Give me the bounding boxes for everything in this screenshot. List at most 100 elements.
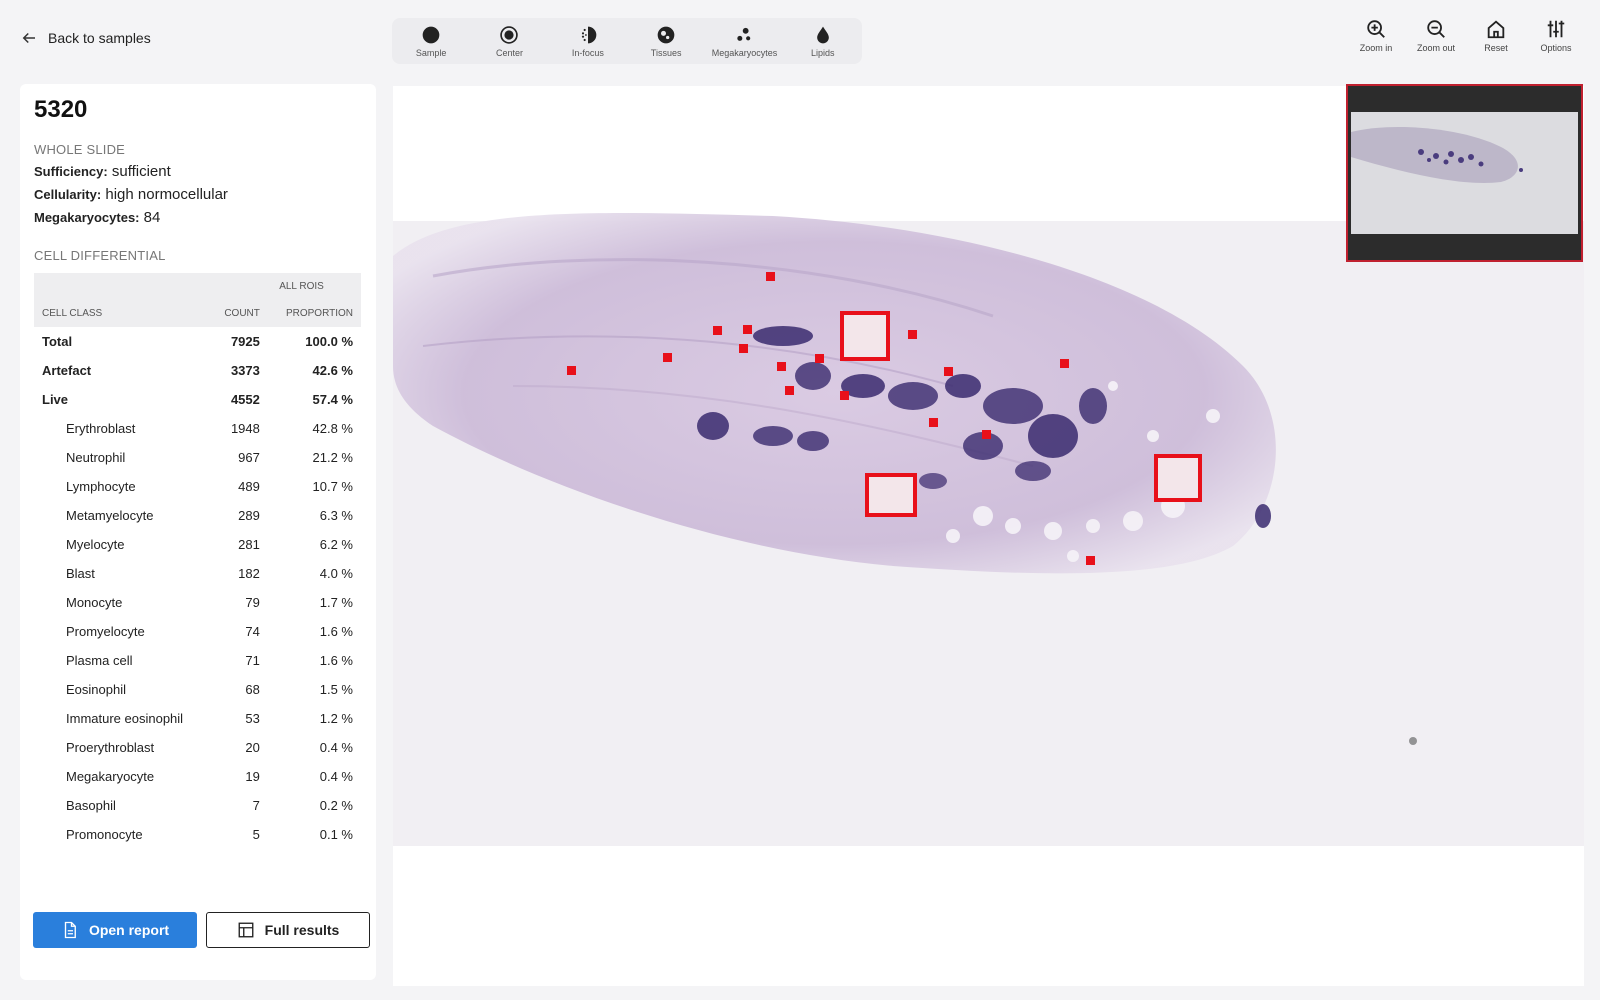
- panel-actions: Open report Full results: [33, 912, 370, 948]
- megakaryocytes-row: Megakaryocytes: 84: [34, 209, 362, 226]
- tool-label: Center: [495, 47, 523, 58]
- table-row: Metamyelocyte 289 6.3 %: [34, 501, 361, 530]
- table-row: Plasma cell 71 1.6 %: [34, 646, 361, 675]
- table-row: Myelocyte 281 6.2 %: [34, 530, 361, 559]
- table-row: Live 4552 57.4 %: [34, 385, 361, 414]
- cell-count: 289: [238, 508, 260, 523]
- reset-button[interactable]: Reset: [1468, 18, 1524, 53]
- open-report-label: Open report: [88, 922, 170, 938]
- cell-class-name: Metamyelocyte: [66, 508, 154, 523]
- tool-label: In-focus: [571, 47, 604, 58]
- cell-class-name: Neutrophil: [66, 450, 126, 465]
- tool-in-focus[interactable]: In-focus: [549, 25, 627, 58]
- overview-minimap[interactable]: [1346, 84, 1583, 262]
- table-row: Lymphocyte 489 10.7 %: [34, 472, 361, 501]
- cell-class-name: Plasma cell: [66, 653, 133, 668]
- cell-class-name: Monocyte: [66, 595, 123, 610]
- back-to-samples-link[interactable]: Back to samples: [20, 29, 151, 47]
- zoom-out-button[interactable]: Zoom out: [1408, 18, 1464, 53]
- table-icon: [238, 922, 254, 938]
- document-icon: [64, 921, 76, 939]
- sufficiency-value: sufficient: [111, 163, 171, 180]
- tool-label: Lipids: [811, 47, 835, 58]
- tool-label: Tissues: [650, 47, 682, 58]
- table-row: Artefact 3373 42.6 %: [34, 356, 361, 385]
- cell-proportion: 1.5 %: [319, 682, 353, 697]
- table-row: Promyelocyte 74 1.6 %: [34, 617, 361, 646]
- focus-icon: [581, 26, 597, 43]
- zoom-in-button[interactable]: Zoom in: [1348, 18, 1404, 53]
- cell-proportion: 4.0 %: [319, 566, 353, 581]
- cell-count: 3373: [230, 363, 260, 378]
- sufficiency-label: Sufficiency:: [34, 164, 108, 179]
- full-results-label: Full results: [264, 922, 340, 938]
- cell-proportion: 1.2 %: [319, 711, 353, 726]
- cell-class-name: Promonocyte: [66, 827, 143, 842]
- table-row: Basophil 7 0.2 %: [34, 791, 361, 820]
- table-row: Eosinophil 68 1.5 %: [34, 675, 361, 704]
- all-rois-header: ALL ROIS: [279, 281, 324, 292]
- table-group-header-row: ALL ROIS: [34, 273, 361, 300]
- full-results-button[interactable]: Full results: [206, 912, 370, 948]
- cell-class-name: Proerythroblast: [66, 740, 155, 755]
- table-header-row: CELL CLASS COUNT PROPORTION: [34, 300, 361, 327]
- cell-count: 74: [245, 624, 260, 639]
- sample-summary-panel: 5320 WHOLE SLIDE Sufficiency: sufficient…: [20, 84, 376, 980]
- tissues-icon: [657, 26, 675, 43]
- table-row: Proerythroblast 20 0.4 %: [34, 733, 361, 762]
- cell-proportion: 6.2 %: [319, 537, 353, 552]
- cell-proportion: 1.6 %: [319, 653, 353, 668]
- circle-filled-icon: [422, 26, 440, 43]
- cell-proportion: 21.2 %: [312, 450, 353, 465]
- cell-class-name: Live: [42, 392, 69, 407]
- cell-count: 281: [238, 537, 260, 552]
- table-row: Monocyte 79 1.7 %: [34, 588, 361, 617]
- table-body: Total 7925 100.0 % Artefact 3373 42.6 % Live 45…: [34, 327, 361, 849]
- cell-proportion: 1.6 %: [319, 624, 353, 639]
- table-row: Immature eosinophil 53 1.2 %: [34, 704, 361, 733]
- cell-count: 7: [252, 798, 260, 813]
- tool-tissues[interactable]: Tissues: [627, 25, 705, 58]
- table-row: Blast 182 4.0 %: [34, 559, 361, 588]
- tool-label: Megakaryocytes: [711, 47, 778, 58]
- arrow-left-icon: [22, 32, 35, 44]
- cell-count: 20: [245, 740, 260, 755]
- tool-center[interactable]: Center: [470, 25, 548, 58]
- cell-class-name: Myelocyte: [66, 537, 125, 552]
- cell-class-name: Promyelocyte: [66, 624, 145, 639]
- options-button[interactable]: Options: [1528, 18, 1584, 53]
- table-row: Erythroblast 1948 42.8 %: [34, 414, 361, 443]
- droplet-icon: [816, 26, 829, 43]
- reset-label: Reset: [1484, 43, 1508, 53]
- tool-lipids[interactable]: Lipids: [784, 25, 862, 58]
- table-row: Neutrophil 967 21.2 %: [34, 443, 361, 472]
- cell-proportion: 42.6 %: [312, 363, 353, 378]
- cell-count: 967: [238, 450, 260, 465]
- cell-proportion: 1.7 %: [319, 595, 353, 610]
- tool-megakaryocytes[interactable]: Megakaryocytes: [705, 25, 783, 58]
- tool-sample[interactable]: Sample: [392, 25, 470, 58]
- cell-class-name: Eosinophil: [66, 682, 126, 697]
- cell-count: 5: [252, 827, 260, 842]
- cell-count: 489: [238, 479, 260, 494]
- open-report-button[interactable]: Open report: [33, 912, 197, 948]
- cell-count: 71: [245, 653, 260, 668]
- cell-proportion: 0.4 %: [319, 740, 353, 755]
- cell-proportion: 0.2 %: [319, 798, 353, 813]
- cell-count: 53: [245, 711, 260, 726]
- cell-count: 182: [238, 566, 260, 581]
- cell-class-name: Lymphocyte: [66, 479, 136, 494]
- cell-proportion: 0.4 %: [319, 769, 353, 784]
- cell-class-name: Megakaryocyte: [66, 769, 155, 784]
- tissue-smear: [393, 212, 1276, 574]
- view-controls: Zoom in Zoom out Reset Options: [1348, 18, 1584, 53]
- cellularity-row: Cellularity: high normocellular: [34, 186, 362, 203]
- cell-differential-heading: CELL DIFFERENTIAL: [34, 248, 166, 263]
- cell-differential-table: ALL ROIS CELL CLASS COUNT PROPORTION Tot…: [34, 273, 361, 849]
- cell-count: 19: [245, 769, 260, 784]
- table-row: Megakaryocyte 19 0.4 %: [34, 762, 361, 791]
- zoom-in-label: Zoom in: [1359, 43, 1393, 53]
- sample-id: 5320: [34, 96, 88, 123]
- home-icon: [1487, 20, 1505, 39]
- sufficiency-row: Sufficiency: sufficient: [34, 163, 362, 180]
